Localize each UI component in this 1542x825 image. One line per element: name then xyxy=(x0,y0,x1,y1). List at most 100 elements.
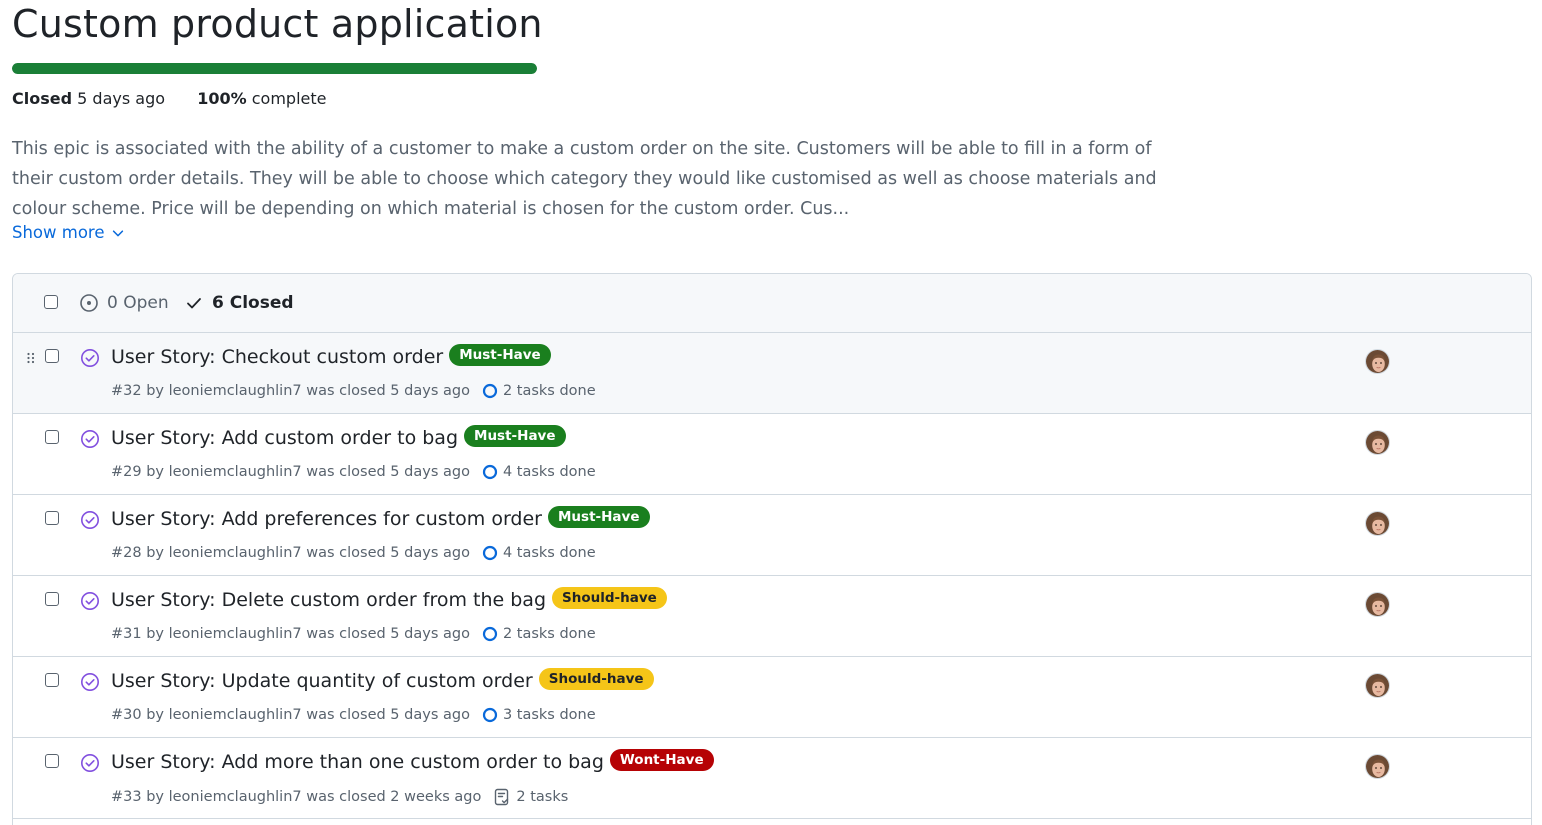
issue-meta: #28 by leoniemclaughlin7 was closed 5 da… xyxy=(111,545,596,561)
chevron-down-icon xyxy=(112,229,123,236)
issue-closed-icon xyxy=(81,754,99,772)
issue-checkbox[interactable] xyxy=(45,430,59,444)
issue-head: User Story: Delete custom order from the… xyxy=(111,587,667,611)
issue-row[interactable]: User Story: Checkout custom order Must-H… xyxy=(13,333,1531,414)
tasks-summary: 4 tasks done xyxy=(482,464,596,480)
issue-row[interactable]: User Story: Add preferences for custom o… xyxy=(13,495,1531,576)
issue-closed-icon xyxy=(81,592,99,610)
assignee-avatar[interactable] xyxy=(1365,673,1390,698)
show-more-label: Show more xyxy=(12,223,105,242)
epic-description: This epic is associated with the ability… xyxy=(12,139,1157,219)
priority-label[interactable]: Should-have xyxy=(538,668,654,690)
issue-row[interactable]: User Story: Update quantity of custom or… xyxy=(13,657,1531,738)
issue-title-link[interactable]: User Story: Add custom order to bag xyxy=(111,427,458,449)
progress-ring-icon xyxy=(482,626,498,642)
issue-row[interactable]: User Story: Delete custom order from the… xyxy=(13,576,1531,657)
tasks-summary: 2 tasks done xyxy=(482,383,596,399)
progress-fill xyxy=(12,63,537,74)
issue-title-link[interactable]: User Story: Update quantity of custom or… xyxy=(111,670,533,692)
open-filter[interactable]: 0 Open xyxy=(79,293,169,313)
avatar-face-icon xyxy=(1366,512,1389,535)
page-title: Custom product application xyxy=(12,2,543,46)
issue-open-icon xyxy=(80,294,98,312)
status-text: Closed xyxy=(12,89,73,108)
priority-label[interactable]: Wont-Have xyxy=(609,749,714,771)
tasks-text: 2 tasks xyxy=(516,789,569,805)
issue-head: User Story: Add custom order to bag Must… xyxy=(111,425,566,449)
tasks-text: 3 tasks done xyxy=(502,707,596,723)
progress-ring-icon xyxy=(482,383,498,399)
priority-label[interactable]: Must-Have xyxy=(449,344,551,366)
assignee-avatar[interactable] xyxy=(1365,592,1390,617)
issue-meta: #33 by leoniemclaughlin7 was closed 2 we… xyxy=(111,788,568,806)
issue-checkbox[interactable] xyxy=(45,673,59,687)
issue-meta-text: #33 by leoniemclaughlin7 was closed 2 we… xyxy=(111,789,482,805)
tasks-text: 2 tasks done xyxy=(502,383,596,399)
check-icon xyxy=(187,298,201,309)
tasks-summary: 3 tasks done xyxy=(482,707,596,723)
drag-handle-icon[interactable] xyxy=(26,352,36,364)
avatar-face-icon xyxy=(1366,593,1389,616)
issue-head: User Story: Checkout custom order Must-H… xyxy=(111,344,551,368)
issue-closed-icon xyxy=(81,511,99,529)
issue-checkbox[interactable] xyxy=(45,592,59,606)
issue-closed-icon xyxy=(81,430,99,448)
tasks-summary: 2 tasks done xyxy=(482,626,596,642)
issue-row[interactable]: User Story: Add more than one custom ord… xyxy=(13,738,1531,819)
closed-filter[interactable]: 6 Closed xyxy=(185,293,294,313)
issue-meta-text: #32 by leoniemclaughlin7 was closed 5 da… xyxy=(111,383,470,399)
tasks-text: 4 tasks done xyxy=(502,464,596,480)
issue-row[interactable]: User Story: Add custom order to bag Must… xyxy=(13,414,1531,495)
issue-list: 0 Open 6 Closed User Story: Checkout cus… xyxy=(12,273,1532,825)
open-count: 0 Open xyxy=(107,293,169,313)
progress-ring-icon xyxy=(482,464,498,480)
tasks-summary: 4 tasks done xyxy=(482,545,596,561)
checklist-icon xyxy=(495,788,509,806)
progress-bar xyxy=(12,63,537,74)
complete-label: complete xyxy=(251,89,327,108)
issue-meta: #29 by leoniemclaughlin7 was closed 5 da… xyxy=(111,464,596,480)
priority-label[interactable]: Should-have xyxy=(552,587,667,609)
issue-checkbox[interactable] xyxy=(45,349,59,363)
issue-head: User Story: Update quantity of custom or… xyxy=(111,668,654,692)
priority-label[interactable]: Must-Have xyxy=(547,506,650,528)
issue-meta-text: #31 by leoniemclaughlin7 was closed 5 da… xyxy=(111,626,470,642)
complete-value: 100% xyxy=(197,89,247,108)
issue-meta: #30 by leoniemclaughlin7 was closed 5 da… xyxy=(111,707,596,723)
tasks-summary: 2 tasks xyxy=(493,788,568,806)
avatar-face-icon xyxy=(1366,755,1389,778)
closed-count: 6 Closed xyxy=(212,293,294,313)
issue-checkbox[interactable] xyxy=(45,511,59,525)
issue-head: User Story: Add more than one custom ord… xyxy=(111,749,714,773)
select-all-checkbox[interactable] xyxy=(44,295,58,309)
avatar-face-icon xyxy=(1366,674,1389,697)
assignee-avatar[interactable] xyxy=(1365,754,1390,779)
assignee-avatar[interactable] xyxy=(1365,430,1390,455)
assignee-avatar[interactable] xyxy=(1365,511,1390,536)
progress-ring-icon xyxy=(482,707,498,723)
avatar-face-icon xyxy=(1366,431,1389,454)
status-time: 5 days ago xyxy=(77,89,166,108)
assignee-avatar[interactable] xyxy=(1365,349,1390,374)
show-more-link[interactable]: Show more xyxy=(12,223,125,242)
issue-list-header: 0 Open 6 Closed xyxy=(13,274,1531,333)
issue-closed-icon xyxy=(81,349,99,367)
priority-label[interactable]: Must-Have xyxy=(464,425,566,447)
issue-meta-text: #30 by leoniemclaughlin7 was closed 5 da… xyxy=(111,707,470,723)
issue-title-link[interactable]: User Story: Add preferences for custom o… xyxy=(111,508,542,530)
issue-checkbox[interactable] xyxy=(45,754,59,768)
issue-head: User Story: Add preferences for custom o… xyxy=(111,506,650,530)
issue-meta: #31 by leoniemclaughlin7 was closed 5 da… xyxy=(111,626,596,642)
issue-rows: User Story: Checkout custom order Must-H… xyxy=(13,333,1531,819)
issue-closed-icon xyxy=(81,673,99,691)
issue-title-link[interactable]: User Story: Checkout custom order xyxy=(111,346,443,368)
progress-ring-icon xyxy=(482,545,498,561)
issue-title-link[interactable]: User Story: Add more than one custom ord… xyxy=(111,751,604,773)
issue-title-link[interactable]: User Story: Delete custom order from the… xyxy=(111,589,546,611)
issue-meta: #32 by leoniemclaughlin7 was closed 5 da… xyxy=(111,383,596,399)
issue-meta-text: #28 by leoniemclaughlin7 was closed 5 da… xyxy=(111,545,470,561)
tasks-text: 4 tasks done xyxy=(502,545,596,561)
tasks-text: 2 tasks done xyxy=(502,626,596,642)
issue-meta-text: #29 by leoniemclaughlin7 was closed 5 da… xyxy=(111,464,470,480)
epic-meta: Closed 5 days ago 100% complete xyxy=(12,89,326,108)
